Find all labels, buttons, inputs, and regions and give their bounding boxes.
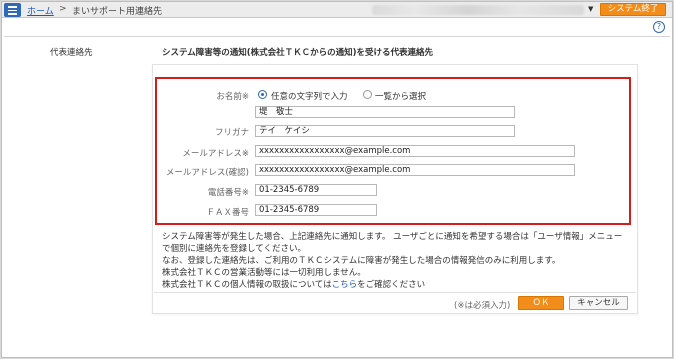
fax-label: ＦＡＸ番号 <box>206 208 249 218</box>
breadcrumb-home-link[interactable]: ホーム <box>27 4 54 17</box>
radio-from-list[interactable] <box>363 90 372 99</box>
help-icon[interactable]: ? <box>653 21 665 33</box>
divider <box>4 36 670 37</box>
section-description: システム障害等の通知(株式会社ＴＫＣからの通知)を受ける代表連絡先 <box>162 48 434 58</box>
section-label: 代表連絡先 <box>50 48 93 58</box>
top-bar: ホーム > まいサポート用連絡先 ▼ システム終了 <box>2 2 672 18</box>
note-line-5: 株式会社ＴＫＣの個人情報の取扱についてはこちらをご確認ください <box>162 278 425 290</box>
phone-input[interactable]: 01-2345-6789 <box>255 184 377 196</box>
system-exit-button[interactable]: システム終了 <box>600 3 666 16</box>
radio-from-list-label[interactable]: 一覧から選択 <box>375 90 426 102</box>
breadcrumb-current: まいサポート用連絡先 <box>72 7 163 17</box>
divider <box>154 292 636 293</box>
privacy-link[interactable]: こちら <box>332 280 358 290</box>
required-note: (※は必須入力) <box>454 301 511 311</box>
name-label: お名前※ <box>216 92 249 102</box>
email-confirm-label: メールアドレス(確認) <box>165 168 249 178</box>
note-line-2: で個別に連絡先を登録してください。 <box>162 244 306 254</box>
kana-label: フリガナ <box>214 128 249 138</box>
breadcrumb-separator: > <box>59 4 67 14</box>
email-label: メールアドレス※ <box>182 149 249 159</box>
kana-input[interactable]: テイ ケイシ <box>255 125 515 137</box>
note-line-5-suffix: をご確認ください <box>357 280 426 290</box>
note-line-4: 株式会社ＴＫＣの営業活動等には一切利用しません。 <box>162 268 366 278</box>
radio-free-text[interactable] <box>258 90 267 99</box>
name-input[interactable]: 堤 敬士 <box>255 106 515 118</box>
hamburger-menu-icon[interactable] <box>4 3 21 17</box>
cancel-button[interactable]: キャンセル <box>569 296 628 310</box>
email-input[interactable]: xxxxxxxxxxxxxxxxx@example.com <box>255 145 575 157</box>
phone-label: 電話番号※ <box>207 188 249 198</box>
note-line-1: システム障害等が発生した場合、上記連絡先に通知します。 ユーザごとに通知を希望す… <box>162 232 623 242</box>
user-info-blurred[interactable] <box>372 5 584 15</box>
fax-input[interactable]: 01-2345-6789 <box>255 204 377 216</box>
note-line-3: なお、登録した連絡先は、ご利用のＴＫＣシステムに障害が発生した場合の情報発信のみ… <box>162 256 561 266</box>
note-line-5-prefix: 株式会社ＴＫＣの個人情報の取扱については <box>162 280 332 290</box>
app-window: ホーム > まいサポート用連絡先 ▼ システム終了 ? 代表連絡先 システム障害… <box>1 1 673 358</box>
chevron-down-icon[interactable]: ▼ <box>588 5 593 13</box>
email-confirm-input[interactable]: xxxxxxxxxxxxxxxxx@example.com <box>255 164 575 176</box>
ok-button[interactable]: ＯＫ <box>518 296 564 310</box>
radio-free-text-label[interactable]: 任意の文字列で入力 <box>271 90 348 102</box>
